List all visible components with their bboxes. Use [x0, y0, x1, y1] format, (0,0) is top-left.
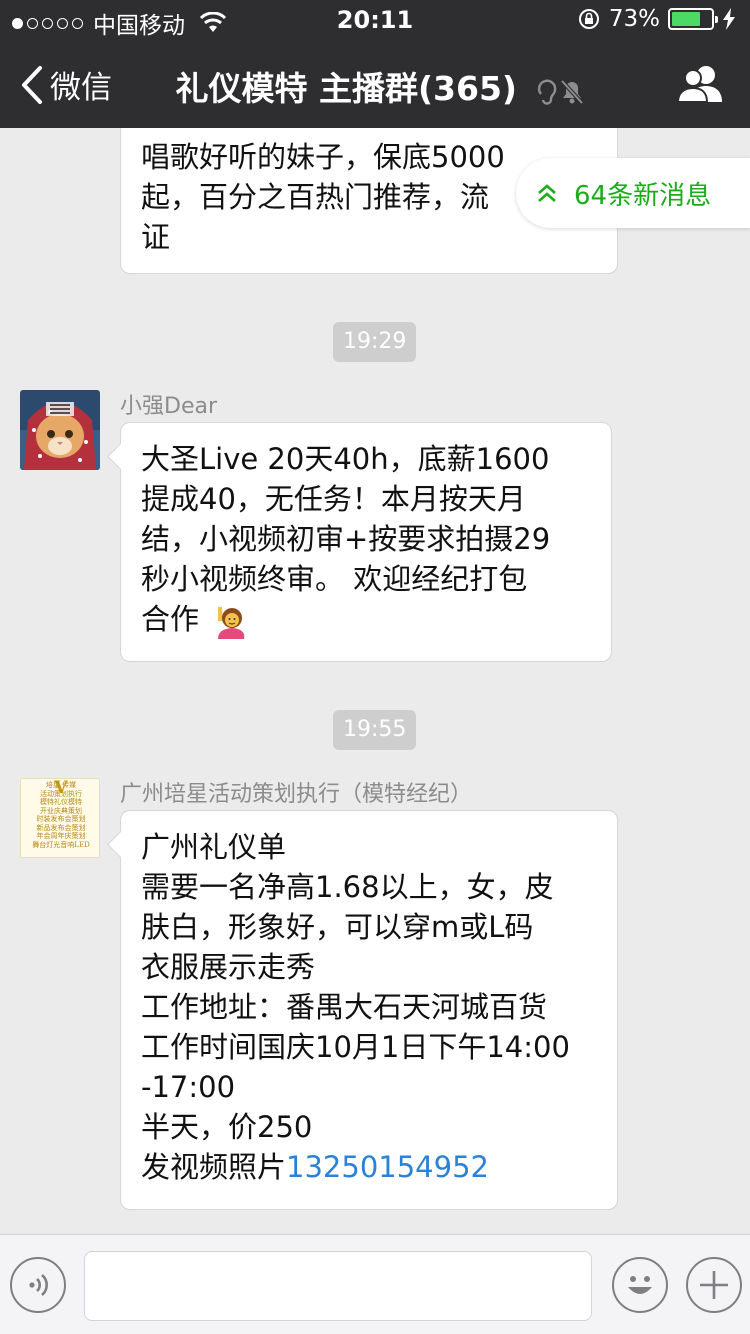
sender-name: 广州培星活动策划执行（模特经纪） — [120, 782, 473, 807]
avatar[interactable]: V 培星 传媒 活动策划执行 模特礼仪模特 开业庆典策划 时装发布会策划 新品发… — [20, 778, 100, 858]
battery-percent: 73% — [608, 6, 660, 32]
top-bar: 中国移动 20:11 73% 微信 礼仪模特 主播群(365) — [0, 0, 750, 128]
chat-title: 礼仪模特 主播群(365) — [175, 69, 518, 108]
message-line: 秒小视频终审。 欢迎经纪打包 — [141, 562, 528, 596]
avatar-text-line: 时装发布会策划 — [36, 815, 86, 823]
message-line: 证 — [141, 220, 171, 254]
avatar[interactable] — [20, 390, 100, 470]
status-bar: 中国移动 20:11 73% — [0, 0, 750, 40]
message-line: 肤白，形象好，可以穿m或L码 — [141, 910, 534, 944]
raising-hand-emoji-icon — [218, 607, 245, 639]
message-line: 提成40，无任务！本月按天月 — [141, 482, 526, 516]
sender-name: 小强Dear — [120, 394, 218, 419]
battery-fill — [672, 12, 700, 26]
voice-input-button[interactable] — [10, 1257, 66, 1313]
battery-icon — [668, 8, 718, 30]
message-line: -17:00 — [141, 1070, 236, 1104]
timestamp-divider: 19:55 — [333, 710, 417, 750]
timestamp-divider: 19:29 — [333, 322, 417, 362]
message-line: 大圣Live 20天40h，底薪1600 — [141, 442, 550, 476]
message-line: 工作时间国庆10月1日下午14:00 — [141, 1030, 570, 1064]
message-line: 衣服展示走秀 — [141, 950, 316, 984]
page-title: 礼仪模特 主播群(365) — [0, 62, 750, 110]
chat-area[interactable]: 唱歌好听的妹子，保底5000 起，百分之百热门推荐，流 证 64条新消息 19:… — [0, 128, 750, 1234]
rotation-lock-icon — [578, 9, 599, 29]
message-line: 合作 — [141, 602, 200, 636]
group-members-icon[interactable] — [676, 62, 726, 106]
more-functions-button[interactable] — [686, 1257, 742, 1313]
voice-icon — [29, 1274, 48, 1296]
message-bubble[interactable]: 广州礼仪单 需要一名净高1.68以上，女，皮 肤白，形象好，可以穿m或L码 衣服… — [120, 810, 618, 1210]
new-messages-label: 64条新消息 — [574, 180, 712, 211]
message-line: 需要一名净高1.68以上，女，皮 — [141, 870, 554, 904]
avatar-text-line: 开业庆典策划 — [40, 806, 82, 815]
phone-number-link[interactable]: 13250154952 — [286, 1150, 489, 1184]
message-line: 广州礼仪单 — [141, 830, 287, 864]
avatar-text-line: 模特礼仪模特 — [40, 798, 82, 806]
message-input[interactable] — [84, 1251, 592, 1321]
message-line: 发视频照片 — [141, 1150, 287, 1184]
cat-avatar-icon — [20, 390, 100, 470]
message-bubble[interactable]: 大圣Live 20天40h，底薪1600 提成40，无任务！本月按天月 结，小视… — [120, 422, 612, 662]
avatar-text-line: 新品发布会策划 — [36, 823, 86, 832]
avatar-text-line: 培星 传媒 — [45, 781, 77, 789]
new-messages-button[interactable]: 64条新消息 — [516, 158, 750, 228]
message-line: 半天，价250 — [141, 1110, 313, 1144]
avatar-text-line: 舞台灯光音响LED — [32, 840, 90, 849]
smiley-icon — [628, 1276, 652, 1294]
message-line: 结，小视频初审+按要求拍摄29 — [141, 522, 551, 556]
mute-icon — [537, 78, 584, 105]
emoji-button[interactable] — [612, 1257, 668, 1313]
message-line: 工作地址：番禺大石天河城百货 — [141, 990, 548, 1024]
avatar-text-line: 年会周年庆策划 — [36, 832, 86, 840]
navigation-bar: 微信 礼仪模特 主播群(365) — [0, 40, 750, 128]
input-toolbar — [0, 1234, 750, 1334]
avatar-text-line: 活动策划执行 — [40, 789, 82, 798]
charging-icon — [723, 8, 735, 30]
plus-icon — [700, 1271, 728, 1299]
double-chevron-up-icon — [538, 184, 556, 202]
